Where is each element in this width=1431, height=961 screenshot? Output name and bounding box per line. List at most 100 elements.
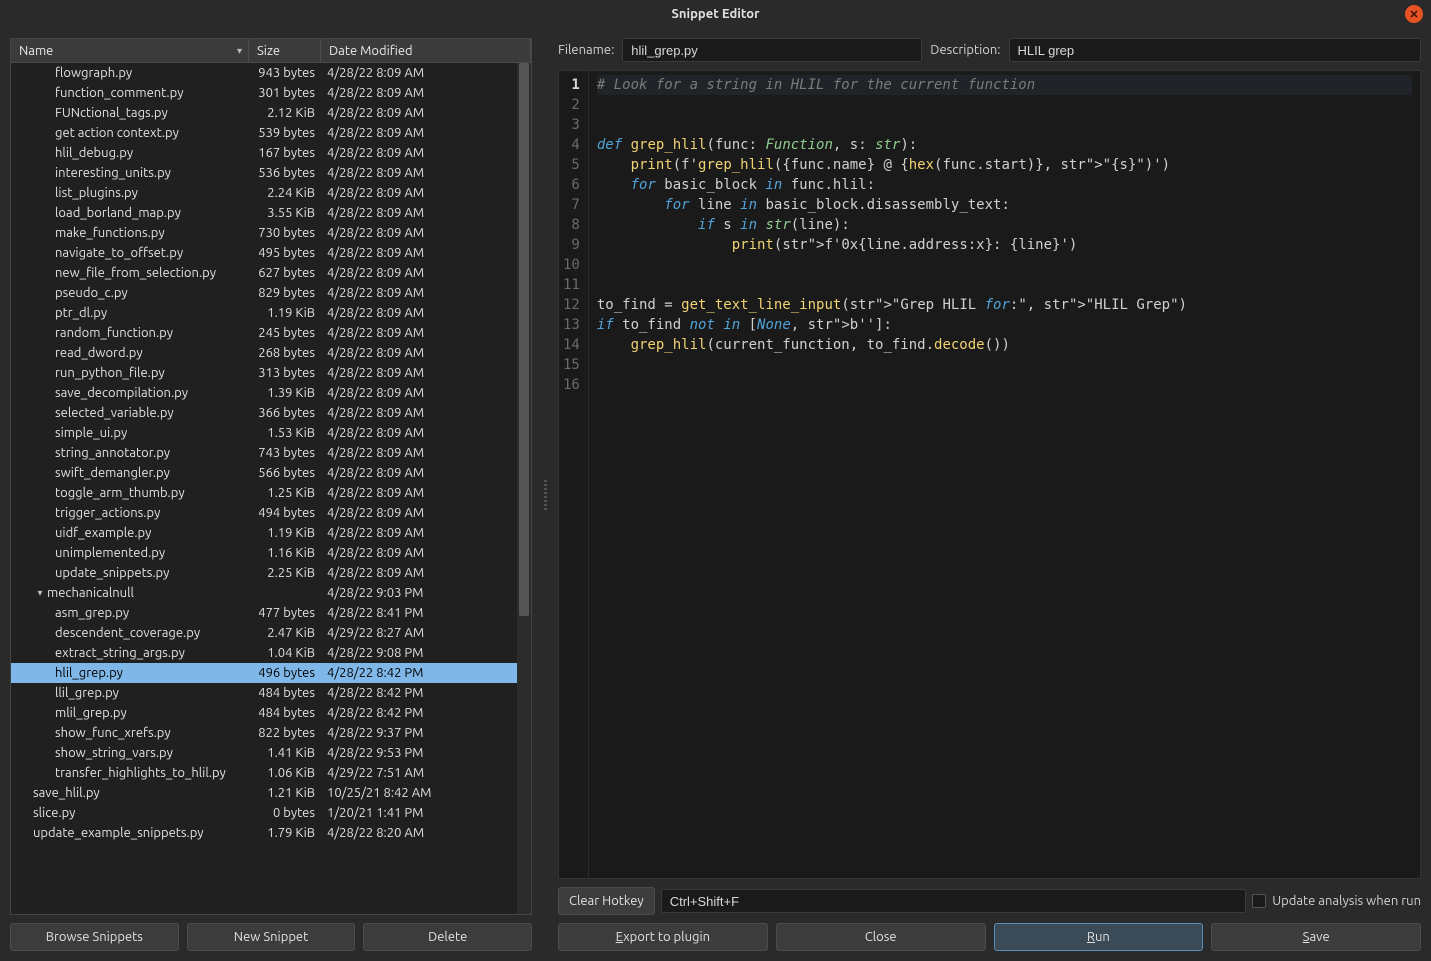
column-header-date[interactable]: Date Modified [321,39,531,62]
new-snippet-button[interactable]: New Snippet [187,923,356,951]
file-date-cell: 4/28/22 8:09 AM [321,526,531,540]
file-row[interactable]: pseudo_c.py829 bytes4/28/22 8:09 AM [11,283,531,303]
file-size-cell: 2.24 KiB [249,186,321,200]
file-size-cell: 1.16 KiB [249,546,321,560]
file-name-cell: FUNctional_tags.py [11,106,249,120]
file-row[interactable]: random_function.py245 bytes4/28/22 8:09 … [11,323,531,343]
folder-row[interactable]: ▾mechanicalnull4/28/22 9:03 PM [11,583,531,603]
run-button[interactable]: Run [994,923,1204,951]
file-name-label: update_example_snippets.py [33,826,204,840]
file-row[interactable]: show_func_xrefs.py822 bytes4/28/22 9:37 … [11,723,531,743]
file-row[interactable]: simple_ui.py1.53 KiB4/28/22 8:09 AM [11,423,531,443]
chevron-down-icon[interactable]: ▾ [33,587,47,599]
file-row[interactable]: new_file_from_selection.py627 bytes4/28/… [11,263,531,283]
file-row[interactable]: update_example_snippets.py 1.79 KiB4/28/2… [11,823,531,843]
file-row[interactable]: save_decompilation.py1.39 KiB4/28/22 8:0… [11,383,531,403]
column-header-name[interactable]: Name ▾ [11,39,249,62]
file-row[interactable]: llil_grep.py484 bytes4/28/22 8:42 PM [11,683,531,703]
file-date-cell: 10/25/21 8:42 AM [321,786,531,800]
file-name-cell: mlil_grep.py [11,706,249,720]
line-number: 12 [563,295,580,315]
file-row[interactable]: extract_string_args.py1.04 KiB4/28/22 9:… [11,643,531,663]
file-date-cell: 4/28/22 8:09 AM [321,506,531,520]
hotkey-input[interactable] [661,889,1247,913]
left-button-row: Browse Snippets New Snippet Delete [10,923,532,951]
file-name-label: toggle_arm_thumb.py [55,486,185,500]
file-name-label: trigger_actions.py [55,506,160,520]
file-date-cell: 4/28/22 8:09 AM [321,366,531,380]
close-label: Close [865,930,897,944]
browse-snippets-button[interactable]: Browse Snippets [10,923,179,951]
new-snippet-label: New Snippet [234,930,308,944]
file-row[interactable]: navigate_to_offset.py495 bytes4/28/22 8:… [11,243,531,263]
file-row[interactable]: selected_variable.py366 bytes4/28/22 8:0… [11,403,531,423]
file-row[interactable]: get action context.py539 bytes4/28/22 8:… [11,123,531,143]
file-date-cell: 4/28/22 9:53 PM [321,746,531,760]
hotkey-row: Clear Hotkey Update analysis when run [558,887,1421,915]
update-analysis-checkbox-wrap[interactable]: Update analysis when run [1252,894,1421,908]
file-name-cell: flowgraph.py [11,66,249,80]
file-date-cell: 4/28/22 8:20 AM [321,826,531,840]
line-number: 5 [563,155,580,175]
file-date-cell: 4/28/22 8:09 AM [321,266,531,280]
file-date-cell: 4/28/22 8:09 AM [321,286,531,300]
file-row[interactable]: hlil_grep.py496 bytes4/28/22 8:42 PM [11,663,531,683]
file-row[interactable]: read_dword.py268 bytes4/28/22 8:09 AM [11,343,531,363]
file-row[interactable]: hlil_debug.py167 bytes4/28/22 8:09 AM [11,143,531,163]
file-name-cell: ptr_dl.py [11,306,249,320]
close-button[interactable]: Close [776,923,986,951]
file-row[interactable]: list_plugins.py2.24 KiB4/28/22 8:09 AM [11,183,531,203]
description-input[interactable] [1009,38,1421,62]
file-row[interactable]: ptr_dl.py1.19 KiB4/28/22 8:09 AM [11,303,531,323]
file-row[interactable]: save_hlil.py1.21 KiB10/25/21 8:42 AM [11,783,531,803]
file-row[interactable]: swift_demangler.py566 bytes4/28/22 8:09 … [11,463,531,483]
delete-button[interactable]: Delete [363,923,532,951]
file-name-label: transfer_highlights_to_hlil.py [55,766,226,780]
file-row[interactable]: transfer_highlights_to_hlil.py1.06 KiB4/… [11,763,531,783]
file-row[interactable]: slice.py0 bytes1/20/21 1:41 PM [11,803,531,823]
code-editor[interactable]: 12345678910111213141516 # Look for a str… [558,70,1421,879]
filename-input[interactable] [622,38,922,62]
file-row[interactable]: trigger_actions.py494 bytes4/28/22 8:09 … [11,503,531,523]
main-content: Name ▾ Size Date Modified flowgraph.py94… [0,28,1431,961]
save-button[interactable]: Save [1211,923,1421,951]
window-close-button[interactable]: ✕ [1405,5,1423,23]
file-row[interactable]: function_comment.py301 bytes4/28/22 8:09… [11,83,531,103]
file-row[interactable]: toggle_arm_thumb.py1.25 KiB4/28/22 8:09 … [11,483,531,503]
file-row[interactable]: asm_grep.py477 bytes4/28/22 8:41 PM [11,603,531,623]
line-number: 15 [563,355,580,375]
code-line: if s in str(line): [597,215,1412,235]
file-rows[interactable]: flowgraph.py943 bytes4/28/22 8:09 AMfunc… [11,63,531,914]
file-row[interactable]: mlil_grep.py484 bytes4/28/22 8:42 PM [11,703,531,723]
update-analysis-checkbox[interactable] [1252,894,1266,908]
file-row[interactable]: unimplemented.py1.16 KiB4/28/22 8:09 AM [11,543,531,563]
vertical-scrollbar[interactable] [517,63,531,914]
pane-splitter[interactable] [542,38,548,951]
scrollbar-thumb[interactable] [519,63,529,616]
code-line [597,355,1412,375]
clear-hotkey-label: Clear Hotkey [569,894,644,908]
file-name-cell: simple_ui.py [11,426,249,440]
column-header-size[interactable]: Size [249,39,321,62]
file-row[interactable]: string_annotator.py743 bytes4/28/22 8:09… [11,443,531,463]
clear-hotkey-button[interactable]: Clear Hotkey [558,887,655,915]
file-size-cell: 1.79 KiB [249,826,321,840]
code-line: def grep_hlil(func: Function, s: str): [597,135,1412,155]
splitter-grip-icon [544,480,547,510]
file-row[interactable]: run_python_file.py313 bytes4/28/22 8:09 … [11,363,531,383]
file-row[interactable]: interesting_units.py536 bytes4/28/22 8:0… [11,163,531,183]
file-row[interactable]: make_functions.py730 bytes4/28/22 8:09 A… [11,223,531,243]
file-row[interactable]: load_borland_map.py3.55 KiB4/28/22 8:09 … [11,203,531,223]
file-row[interactable]: flowgraph.py943 bytes4/28/22 8:09 AM [11,63,531,83]
export-to-plugin-button[interactable]: Export to plugin [558,923,768,951]
file-row[interactable]: update_snippets.py2.25 KiB4/28/22 8:09 A… [11,563,531,583]
file-name-label: swift_demangler.py [55,466,170,480]
file-row[interactable]: show_string_vars.py1.41 KiB4/28/22 9:53 … [11,743,531,763]
file-row[interactable]: FUNctional_tags.py2.12 KiB4/28/22 8:09 A… [11,103,531,123]
editor-code-area[interactable]: # Look for a string in HLIL for the curr… [589,71,1420,878]
file-size-cell: 1.04 KiB [249,646,321,660]
file-row[interactable]: uidf_example.py1.19 KiB4/28/22 8:09 AM [11,523,531,543]
file-size-cell: 730 bytes [249,226,321,240]
file-row[interactable]: descendent_coverage.py2.47 KiB4/29/22 8:… [11,623,531,643]
file-name-cell: transfer_highlights_to_hlil.py [11,766,249,780]
